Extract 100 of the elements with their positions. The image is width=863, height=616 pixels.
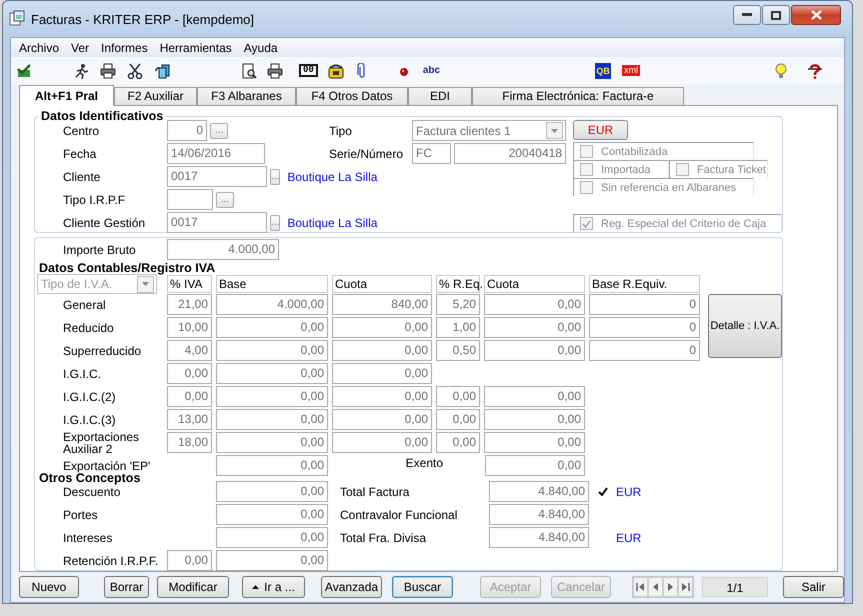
documents-icon[interactable] [155,62,171,78]
type-dropdown[interactable]: Factura clientes 1 [412,120,566,141]
check-icon[interactable] [16,62,32,78]
table-cell[interactable]: 0,00 [167,386,212,407]
table-cell[interactable]: 21,00 [167,294,212,315]
input-field[interactable]: 20040418 [454,143,566,164]
printer-icon[interactable] [100,62,116,78]
table-cell[interactable]: 0,00 [216,409,328,430]
lookup-button[interactable]: ... [216,192,234,208]
previous-record-button[interactable] [648,577,663,597]
tab[interactable]: F3 Albaranes [197,87,296,105]
action-button[interactable]: Modificar [157,576,229,598]
table-cell[interactable]: 0,00 [484,432,585,453]
input-field[interactable]: 4.840,00 [489,481,589,502]
table-cell[interactable]: 840,00 [332,294,432,315]
input-field[interactable]: 14/06/2016 [167,143,265,164]
detail-button[interactable]: Detalle : I.V.A. [708,294,782,358]
first-record-button[interactable] [633,577,648,597]
printer-icon[interactable] [267,62,283,78]
action-button[interactable]: Buscar [392,576,453,598]
menu-item[interactable]: Ayuda [238,40,284,54]
tab[interactable]: F2 Auxiliar [114,87,197,105]
table-cell[interactable]: 10,00 [167,317,212,338]
table-cell[interactable]: 0,00 [484,317,585,338]
table-cell[interactable]: 1,00 [436,317,480,338]
help-icon[interactable] [807,62,824,78]
toolbar-button[interactable]: xml [622,65,640,76]
input-field[interactable] [167,189,213,210]
tab[interactable]: Firma Electrónica: Factura-e [472,87,684,105]
table-cell[interactable]: 0 [589,294,700,315]
customer-link[interactable]: Boutique La Silla [287,170,378,184]
table-cell[interactable]: 0,00 [484,386,585,407]
customer-link[interactable]: Boutique La Silla [287,216,378,230]
menu-item[interactable]: Herramientas [154,40,238,54]
table-cell[interactable]: 0,00 [484,409,585,430]
table-cell[interactable]: 4,00 [167,340,212,361]
scissors-icon[interactable] [127,62,143,78]
input-field[interactable]: 0 [167,120,207,141]
phone-icon[interactable] [328,62,344,78]
input-field[interactable]: 4.840,00 [489,504,589,525]
table-cell[interactable]: 0,00 [216,386,328,407]
table-cell[interactable]: 13,00 [167,409,212,430]
input-field[interactable]: 4.000,00 [167,239,279,260]
table-cell[interactable]: 0,00 [332,317,432,338]
tab[interactable]: EDI [408,87,472,105]
action-button[interactable]: Nuevo [19,576,79,598]
table-cell[interactable]: 0,00 [485,455,585,476]
table-cell[interactable]: 18,00 [167,432,212,453]
toolbar-button[interactable]: QB [595,62,612,78]
table-cell[interactable]: 0,00 [216,432,328,453]
minimize-button[interactable] [733,5,761,25]
lookup-button[interactable]: ... [210,122,228,138]
menu-item[interactable]: Informes [95,40,154,54]
table-cell[interactable]: 0,00 [332,432,432,453]
tab[interactable]: F4 Otros Datos [296,87,408,105]
input-field[interactable]: 0,00 [216,481,328,502]
currency-link[interactable]: EUR [616,484,642,498]
last-record-button[interactable] [678,577,693,597]
table-cell[interactable]: 0,00 [436,409,480,430]
input-field[interactable]: 0,00 [216,527,328,548]
table-cell[interactable]: 0,00 [436,386,480,407]
table-cell[interactable]: 0,00 [216,340,328,361]
menu-item[interactable]: Ver [65,40,96,54]
table-cell[interactable]: 5,20 [436,294,480,315]
currency-button[interactable]: EUR [573,120,628,140]
lookup-button[interactable]: ... [270,168,280,184]
table-cell[interactable]: 0,50 [436,340,480,361]
input-field[interactable]: 0,00 [167,550,212,571]
table-cell[interactable]: 4.000,00 [216,294,328,315]
table-cell[interactable]: 0,00 [167,363,212,384]
table-cell[interactable]: 0,00 [332,386,432,407]
print-preview-icon[interactable] [241,62,257,78]
next-record-button[interactable] [663,577,678,597]
input-field[interactable]: 0017 [167,212,267,233]
lightbulb-icon[interactable] [773,62,790,78]
toolbar-button[interactable]: 00 [299,64,318,77]
table-cell[interactable]: 0,00 [216,317,328,338]
table-cell[interactable]: 0,00 [332,363,432,384]
table-cell[interactable]: 0,00 [484,294,585,315]
table-cell[interactable]: 0,00 [216,363,328,384]
close-button[interactable] [791,5,841,25]
input-field[interactable]: 4.840,00 [489,527,589,548]
vat-type-dropdown[interactable]: Tipo de I.V.A. [37,274,157,294]
maximize-button[interactable] [762,5,790,25]
currency-link[interactable]: EUR [616,530,642,544]
input-field[interactable]: 0,00 [216,550,328,571]
tab[interactable]: Alt+F1 Pral [19,85,114,106]
menu-item[interactable]: Archivo [13,40,66,54]
table-cell[interactable]: 0,00 [216,455,328,476]
action-button[interactable]: Ir a ... [242,576,305,598]
toolbar-button[interactable]: abc [422,64,440,76]
action-button[interactable]: Avanzada [321,576,382,598]
table-cell[interactable]: 0,00 [436,432,480,453]
table-cell[interactable]: 0,00 [484,340,585,361]
table-cell[interactable]: 0 [589,340,700,361]
input-field[interactable]: 0,00 [216,504,328,525]
input-field[interactable]: FC [412,143,451,164]
table-cell[interactable]: 0 [589,317,700,338]
table-cell[interactable]: 0,00 [332,340,432,361]
table-cell[interactable]: 0,00 [332,409,432,430]
